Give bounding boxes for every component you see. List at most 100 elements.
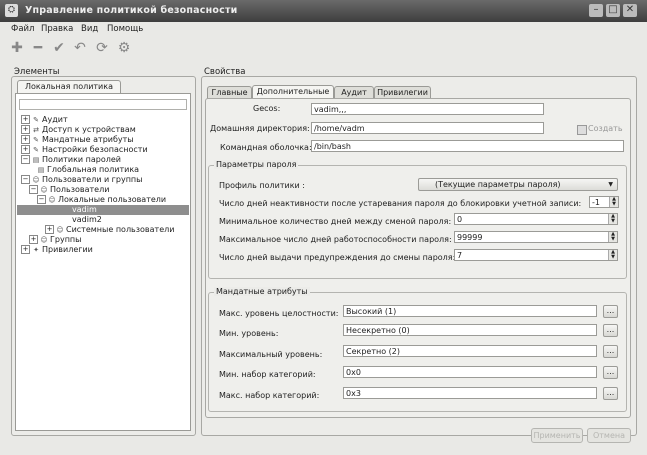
menu-bar: Файл Правка Вид Помощь — [0, 22, 647, 37]
audit-icon: ✎ — [33, 115, 39, 124]
max-integrity-field[interactable]: Высокий (1) — [343, 305, 597, 317]
tree-item-vadim2[interactable]: vadim2 — [72, 215, 102, 225]
inactive-days-value: -1 — [592, 198, 600, 207]
expand-icon[interactable]: + — [21, 115, 30, 124]
tree-item-security-settings[interactable]: + ✎ Настройки безопасности — [21, 145, 148, 155]
tree-item-users[interactable]: − ☺ Пользователи — [29, 185, 109, 195]
tree-item-label: Аудит — [42, 115, 68, 124]
tree-item-label: Политики паролей — [42, 155, 121, 164]
local-users-icon: ☺ — [48, 195, 56, 204]
privileges-icon: ✦ — [33, 245, 39, 254]
collapse-icon[interactable]: − — [21, 155, 30, 164]
tree-item-audit[interactable]: + ✎ Аудит — [21, 115, 68, 125]
menu-help[interactable]: Помощь — [107, 24, 143, 34]
minimize-button[interactable]: – — [589, 4, 603, 17]
spinner-arrows-icon[interactable]: ▲ ▼ — [608, 232, 617, 242]
device-icon: ⇄ — [33, 125, 39, 134]
policy-profile-select[interactable]: (Текущие параметры пароля) ▼ — [418, 178, 618, 191]
max-level-field[interactable]: Секретно (2) — [343, 345, 597, 357]
tree-item-mandatory[interactable]: + ✎ Мандатные атрибуты — [21, 135, 134, 145]
warn-days-spinner[interactable]: 7 ▲ ▼ — [454, 249, 618, 261]
shell-field[interactable]: /bin/bash — [311, 140, 624, 152]
plus-icon[interactable]: ✚ — [9, 40, 25, 56]
policy-profile-label: Профиль политики : — [219, 181, 305, 190]
tree-item-vadim[interactable]: vadim — [17, 205, 189, 215]
undo-icon[interactable]: ↶ — [72, 40, 88, 56]
groups-icon: ☺ — [40, 235, 48, 244]
min-categories-browse-button[interactable]: ... — [603, 366, 618, 379]
tree-item-privileges[interactable]: + ✦ Привилегии — [21, 245, 93, 255]
menu-view[interactable]: Вид — [81, 24, 98, 34]
minus-icon[interactable]: ━ — [30, 40, 46, 56]
tree-search-input[interactable] — [19, 99, 187, 110]
policy-profile-value: (Текущие параметры пароля) — [435, 180, 561, 189]
home-dir-label: Домашняя директория: — [210, 124, 310, 133]
create-home-label: Создать — [588, 124, 623, 133]
max-categories-label: Макс. набор категорий: — [219, 391, 320, 400]
max-days-label: Максимальное число дней работоспособност… — [219, 235, 452, 244]
expand-icon[interactable]: + — [21, 125, 30, 134]
password-policy-icon: ▤ — [32, 155, 40, 164]
tree-item-password-policies[interactable]: − ▤ Политики паролей — [21, 155, 121, 165]
spinner-arrows-icon[interactable]: ▲ ▼ — [608, 250, 617, 260]
spinner-arrows-icon[interactable]: ▲ ▼ — [608, 214, 617, 224]
spinner-arrows-icon[interactable]: ▲ ▼ — [609, 197, 618, 207]
settings-icon[interactable]: ⚙ — [116, 40, 132, 56]
home-dir-field[interactable]: /home/vadm — [311, 122, 544, 134]
max-categories-field[interactable]: 0x3 — [343, 387, 597, 399]
tree-item-label: Локальные пользователи — [58, 195, 167, 204]
collapse-icon[interactable]: − — [29, 185, 38, 194]
tab-local-policy[interactable]: Локальная политика — [17, 80, 121, 94]
max-level-label: Максимальный уровень: — [219, 350, 323, 359]
tree-item-label: Привилегии — [42, 245, 93, 254]
tree-item-label: Пользователи — [50, 185, 110, 194]
inactive-days-label: Число дней неактивности после устаревани… — [219, 199, 582, 208]
create-home-checkbox[interactable] — [577, 125, 587, 135]
expand-icon[interactable]: + — [21, 135, 30, 144]
menu-edit[interactable]: Правка — [41, 24, 73, 34]
tree-item-label: vadim2 — [72, 215, 102, 224]
dropdown-arrow-icon: ▼ — [608, 181, 613, 188]
expand-icon[interactable]: + — [21, 245, 30, 254]
tree-item-groups[interactable]: + ☺ Группы — [29, 235, 81, 245]
mandatory-attrs-legend: Мандатные атрибуты — [214, 287, 310, 296]
max-days-value: 99999 — [457, 233, 483, 242]
tree-item-global-policy[interactable]: ▤ Глобальная политика — [37, 165, 139, 175]
users-groups-icon: ☺ — [32, 175, 40, 184]
min-days-spinner[interactable]: 0 ▲ ▼ — [454, 213, 618, 225]
tree-item-devices[interactable]: + ⇄ Доступ к устройствам — [21, 125, 136, 135]
tree-item-label: Системные пользователи — [66, 225, 175, 234]
max-days-spinner[interactable]: 99999 ▲ ▼ — [454, 231, 618, 243]
max-level-browse-button[interactable]: ... — [603, 345, 618, 358]
tree-item-label: Глобальная политика — [47, 165, 140, 174]
expand-icon[interactable]: + — [21, 145, 30, 154]
inactive-days-spinner[interactable]: -1 ▲ ▼ — [589, 196, 619, 208]
min-level-field[interactable]: Несекретно (0) — [343, 324, 597, 336]
min-level-browse-button[interactable]: ... — [603, 324, 618, 337]
status-bar — [0, 440, 647, 455]
collapse-icon[interactable]: − — [37, 195, 46, 204]
max-integrity-label: Макс. уровень целостности: — [219, 309, 339, 318]
collapse-icon[interactable]: − — [21, 175, 30, 184]
gecos-field[interactable]: vadim,,, — [311, 103, 544, 115]
max-integrity-browse-button[interactable]: ... — [603, 305, 618, 318]
expand-icon[interactable]: + — [29, 235, 38, 244]
expand-icon[interactable]: + — [45, 225, 54, 234]
refresh-icon[interactable]: ⟳ — [94, 40, 110, 56]
tab-additional[interactable]: Дополнительные — [252, 85, 334, 99]
tree-item-system-users[interactable]: + ☺ Системные пользователи — [45, 225, 174, 235]
maximize-button[interactable]: □ — [606, 4, 620, 17]
menu-file[interactable]: Файл — [11, 24, 34, 34]
tree-item-label: Доступ к устройствам — [42, 125, 136, 134]
tree-item-users-groups[interactable]: − ☺ Пользователи и группы — [21, 175, 142, 185]
max-categories-browse-button[interactable]: ... — [603, 387, 618, 400]
close-button[interactable]: ✕ — [623, 4, 637, 17]
tree-item-label: Пользователи и группы — [42, 175, 143, 184]
tree-item-label: Группы — [50, 235, 82, 244]
min-categories-field[interactable]: 0x0 — [343, 366, 597, 378]
tree-item-local-users[interactable]: − ☺ Локальные пользователи — [37, 195, 166, 205]
policy-icon: ▤ — [37, 165, 45, 174]
gecos-label: Gecos: — [253, 104, 281, 113]
check-icon[interactable]: ✔ — [51, 40, 67, 56]
tree-item-label: Мандатные атрибуты — [42, 135, 134, 144]
